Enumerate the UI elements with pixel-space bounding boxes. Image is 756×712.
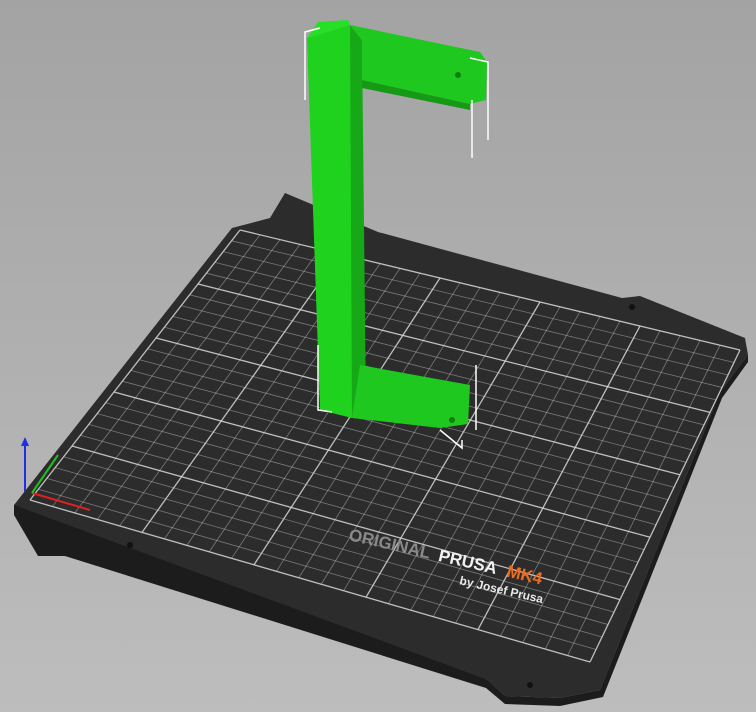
z-axis-arrow [21,437,29,446]
model-hook[interactable] [304,20,489,450]
3d-viewport[interactable]: ORIGINAL PRUSA MK4 by Josef Prusa [0,0,756,712]
bed-hole [127,542,133,548]
print-bed: ORIGINAL PRUSA MK4 by Josef Prusa [14,193,748,706]
bed-hole [629,304,635,310]
bed-hole [527,682,533,688]
